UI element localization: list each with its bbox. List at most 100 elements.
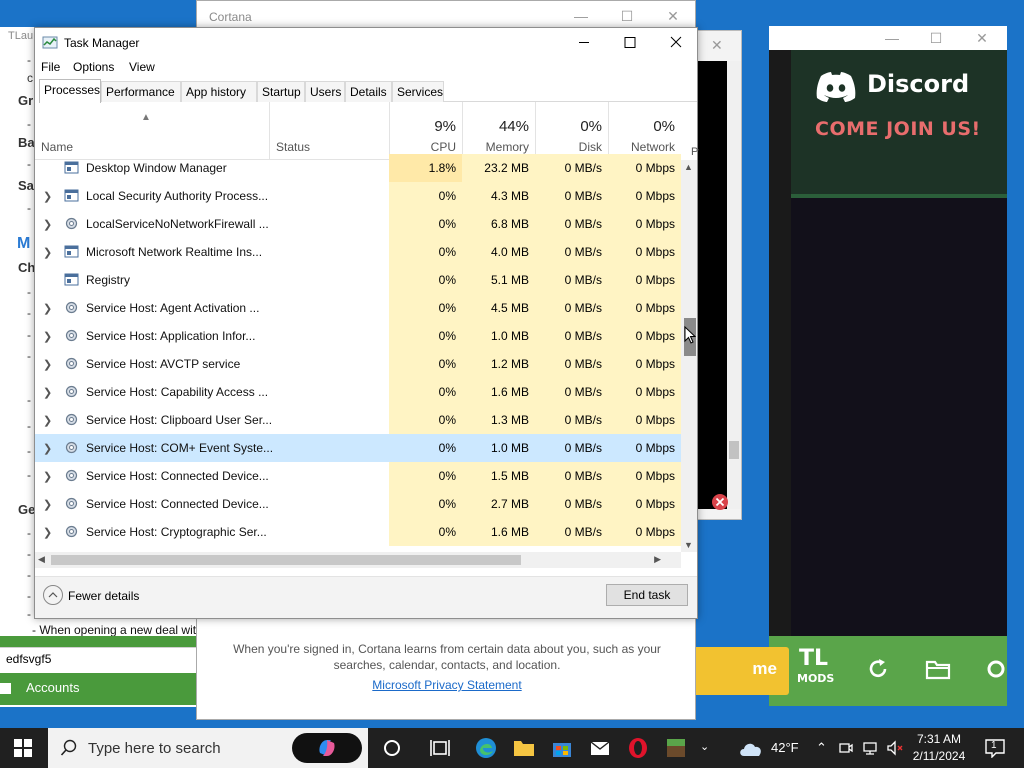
task-view-circle-icon[interactable]: [380, 736, 404, 760]
column-header-status[interactable]: Status: [269, 102, 389, 160]
minimize-button[interactable]: —: [567, 5, 595, 27]
process-row[interactable]: ❯ Service Host: Capability Access ... 0% 1.…: [35, 378, 681, 406]
title-bar[interactable]: Task Manager: [35, 28, 697, 58]
process-name: Service Host: Agent Activation ...: [86, 301, 260, 315]
volume-muted-icon[interactable]: [886, 740, 904, 756]
expand-chevron-icon[interactable]: ❯: [43, 330, 52, 343]
close-button[interactable]: ✕: [711, 37, 723, 54]
menu-view[interactable]: View: [129, 60, 155, 74]
scroll-right-arrow-icon[interactable]: ▶: [654, 554, 661, 565]
accounts-bar[interactable]: Accounts: [0, 673, 200, 705]
vertical-scrollbar[interactable]: ▲ ▼: [681, 160, 697, 552]
process-row[interactable]: ❯ Microsoft Network Realtime Ins... 0% 4.0 …: [35, 238, 681, 266]
menu-options[interactable]: Options: [73, 60, 114, 74]
maximize-button[interactable]: [607, 28, 653, 57]
process-row[interactable]: Registry 0% 5.1 MB 0 MB/s 0 Mbps: [35, 266, 681, 294]
discord-banner[interactable]: Discord COME JOIN US!: [789, 50, 1007, 198]
expand-chevron-icon[interactable]: ❯: [43, 414, 52, 427]
cloud-weather-icon[interactable]: [738, 738, 764, 758]
column-header-cpu[interactable]: 9% CPU: [389, 102, 462, 160]
process-row[interactable]: ❯ Service Host: Agent Activation ... 0% 4.5…: [35, 294, 681, 322]
process-row[interactable]: ❯ Service Host: Application Infor... 0% 1.0…: [35, 322, 681, 350]
windows-start-icon[interactable]: [14, 739, 32, 757]
expand-chevron-icon[interactable]: ❯: [43, 246, 52, 259]
scroll-up-arrow-icon[interactable]: ▲: [684, 162, 693, 172]
close-button[interactable]: ✕: [967, 28, 997, 48]
maximize-button[interactable]: ☐: [613, 5, 641, 27]
mail-icon[interactable]: [588, 736, 612, 760]
process-memory: 1.2 MB: [462, 350, 535, 378]
menu-file[interactable]: File: [41, 60, 60, 74]
network-icon[interactable]: [862, 740, 878, 756]
clock[interactable]: 7:31 AM 2/11/2024: [908, 731, 970, 765]
window-icon: [64, 272, 79, 287]
expand-chevron-icon[interactable]: ❯: [43, 526, 52, 539]
minecraft-icon[interactable]: [664, 736, 688, 760]
column-header-memory[interactable]: 44% Memory: [462, 102, 535, 160]
process-memory: 4.3 MB: [462, 182, 535, 210]
expand-chevron-icon[interactable]: ❯: [43, 358, 52, 371]
refresh-icon[interactable]: [865, 656, 891, 682]
end-task-button[interactable]: End task: [606, 584, 688, 606]
minimize-button[interactable]: [561, 28, 607, 57]
tab-startup[interactable]: Startup: [257, 81, 305, 102]
opera-icon[interactable]: [626, 736, 650, 760]
tab-performance[interactable]: Performance: [101, 81, 181, 102]
process-row[interactable]: ❯ LocalServiceNoNetworkFirewall ... 0% 6.8 …: [35, 210, 681, 238]
console-scroll-thumb[interactable]: [729, 441, 739, 459]
accounts-checkbox[interactable]: [0, 683, 11, 694]
show-more-chevron-icon[interactable]: ⌄: [700, 740, 709, 753]
process-network: 0 Mbps: [608, 182, 681, 210]
launcher-input[interactable]: edfsvgf5: [0, 647, 200, 673]
column-header-name[interactable]: ▲ Name: [35, 102, 269, 160]
minimize-button[interactable]: —: [877, 28, 907, 48]
column-header-disk[interactable]: 0% Disk: [535, 102, 608, 160]
settings-gear-icon[interactable]: [983, 656, 1009, 682]
temperature[interactable]: 42°F: [771, 740, 799, 755]
close-button[interactable]: ✕: [659, 5, 687, 27]
scroll-down-arrow-icon[interactable]: ▼: [684, 540, 693, 550]
meet-now-icon[interactable]: [838, 740, 854, 756]
close-button[interactable]: [653, 28, 699, 57]
maximize-button[interactable]: ☐: [921, 28, 951, 48]
process-row[interactable]: ❯ Local Security Authority Process... 0% 4.…: [35, 182, 681, 210]
privacy-statement-link[interactable]: Microsoft Privacy Statement: [197, 678, 697, 692]
tab-app-history[interactable]: App history: [181, 81, 257, 102]
tab-details[interactable]: Details: [345, 81, 392, 102]
fewer-details-link[interactable]: Fewer details: [68, 589, 139, 603]
process-row[interactable]: ❯ Service Host: Clipboard User Ser... 0% 1.…: [35, 406, 681, 434]
process-row[interactable]: ❯ Service Host: AVCTP service 0% 1.2 MB 0 MB…: [35, 350, 681, 378]
tab-users[interactable]: Users: [305, 81, 345, 102]
fewer-details-icon[interactable]: [43, 585, 63, 605]
process-row[interactable]: ❯ Service Host: Cryptographic Ser... 0% 1.6…: [35, 518, 681, 546]
expand-chevron-icon[interactable]: ❯: [43, 498, 52, 511]
scroll-left-arrow-icon[interactable]: ◀: [38, 554, 45, 565]
column-header-network[interactable]: 0% Network: [608, 102, 681, 160]
game-launcher-window[interactable]: — ☐ ✕ Discord COME JOIN US! me TL MODS: [689, 26, 1009, 706]
process-row[interactable]: ❯ Service Host: COM+ Event Syste... 0% 1.0 …: [35, 434, 681, 462]
edge-icon[interactable]: [474, 736, 498, 760]
tab-processes[interactable]: Processes: [39, 79, 101, 103]
column-header-power[interactable]: Pwr: [691, 146, 699, 158]
expand-chevron-icon[interactable]: ❯: [43, 218, 52, 231]
folder-icon[interactable]: [925, 656, 951, 682]
process-row[interactable]: ❯ Service Host: Connected Device... 0% 2.7 …: [35, 490, 681, 518]
process-row[interactable]: Desktop Window Manager 1.8% 23.2 MB 0 MB/s 0…: [35, 154, 681, 182]
expand-chevron-icon[interactable]: ❯: [43, 442, 52, 455]
task-manager-window[interactable]: Task Manager File Options View Processes…: [34, 27, 699, 619]
expand-chevron-icon[interactable]: ❯: [43, 470, 52, 483]
expand-chevron-icon[interactable]: ❯: [43, 386, 52, 399]
task-view-icon[interactable]: [428, 736, 452, 760]
tray-overflow-chevron-icon[interactable]: ⌃: [816, 740, 827, 756]
store-icon[interactable]: [550, 736, 574, 760]
process-row[interactable]: ❯ Service Host: Connected Device... 0% 1.5 …: [35, 462, 681, 490]
horizontal-scroll-thumb[interactable]: [51, 555, 521, 565]
process-disk: 0 MB/s: [535, 406, 608, 434]
expand-chevron-icon[interactable]: ❯: [43, 190, 52, 203]
console-window[interactable]: ✕: [696, 30, 742, 520]
file-explorer-icon[interactable]: [512, 736, 536, 760]
tab-services[interactable]: Services: [392, 81, 444, 102]
play-button[interactable]: me: [689, 647, 789, 695]
copilot-button[interactable]: [292, 733, 362, 763]
expand-chevron-icon[interactable]: ❯: [43, 302, 52, 315]
